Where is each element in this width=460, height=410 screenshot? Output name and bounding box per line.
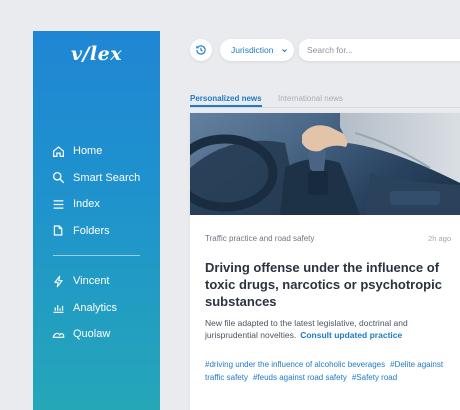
article-time: 2h ago — [428, 234, 451, 243]
chevron-down-icon — [281, 48, 287, 52]
tag-link[interactable]: #driving under the influence of alcoholi… — [205, 360, 385, 369]
sidebar-item-quolaw[interactable]: Quolaw — [51, 321, 117, 348]
search-input[interactable] — [307, 45, 447, 55]
history-button[interactable] — [190, 39, 212, 61]
car-interior-illustration — [190, 113, 460, 215]
sidebar: v/lex Home Smart Search Index Folders Vi… — [33, 31, 160, 410]
sidebar-item-vincent[interactable]: Vincent — [51, 268, 117, 295]
sidebar-item-label: Smart Search — [73, 171, 141, 184]
sidebar-item-home[interactable]: Home — [51, 138, 140, 165]
top-bar: Jurisdiction — [190, 39, 460, 61]
article-tags: #driving under the influence of alcoholi… — [205, 358, 460, 384]
sidebar-item-folders[interactable]: Folders — [51, 218, 140, 245]
tab-personalized-news[interactable]: Personalized news — [190, 94, 262, 107]
vlex-logo[interactable]: v/lex — [33, 43, 160, 65]
list-icon — [51, 197, 65, 211]
home-icon — [51, 144, 65, 158]
news-card[interactable]: Traffic practice and road safety 2h ago … — [190, 113, 460, 410]
news-tabs: Personalized news International news — [190, 94, 460, 108]
jurisdiction-label: Jurisdiction — [231, 45, 274, 55]
article-summary: New file adapted to the latest legislati… — [205, 317, 455, 341]
sidebar-item-label: Vincent — [73, 275, 110, 288]
sidebar-item-label: Home — [73, 145, 103, 158]
jurisdiction-dropdown[interactable]: Jurisdiction — [220, 39, 294, 61]
lightning-icon — [51, 274, 65, 288]
main-nav: Home Smart Search Index Folders — [51, 138, 140, 244]
tools-nav: Vincent Analytics Quolaw — [51, 268, 117, 348]
folder-icon — [51, 224, 65, 238]
article-image — [190, 113, 460, 215]
sidebar-item-label: Index — [73, 198, 100, 211]
cloud-icon — [51, 327, 65, 341]
sidebar-divider — [53, 255, 140, 256]
sidebar-item-label: Analytics — [73, 301, 118, 314]
sidebar-item-analytics[interactable]: Analytics — [51, 295, 117, 322]
sidebar-item-index[interactable]: Index — [51, 191, 140, 218]
search-separator — [298, 43, 299, 57]
search-bar — [298, 39, 460, 61]
sidebar-item-label: Quolaw — [73, 328, 111, 341]
consult-practice-link[interactable]: Consult updated practice — [300, 330, 402, 340]
article-title[interactable]: Driving offense under the influence of t… — [205, 259, 455, 310]
app-screen: v/lex Home Smart Search Index Folders Vi… — [0, 0, 460, 410]
sidebar-item-label: Folders — [73, 224, 110, 237]
article-category: Traffic practice and road safety — [205, 234, 315, 243]
tab-international-news[interactable]: International news — [278, 94, 343, 103]
search-icon — [51, 171, 65, 185]
bar-chart-icon — [51, 301, 65, 315]
tag-link[interactable]: #Safety road — [352, 373, 397, 382]
history-icon — [196, 45, 206, 55]
sidebar-item-smart-search[interactable]: Smart Search — [51, 165, 140, 192]
tag-link[interactable]: #feuds against road safety — [253, 373, 347, 382]
